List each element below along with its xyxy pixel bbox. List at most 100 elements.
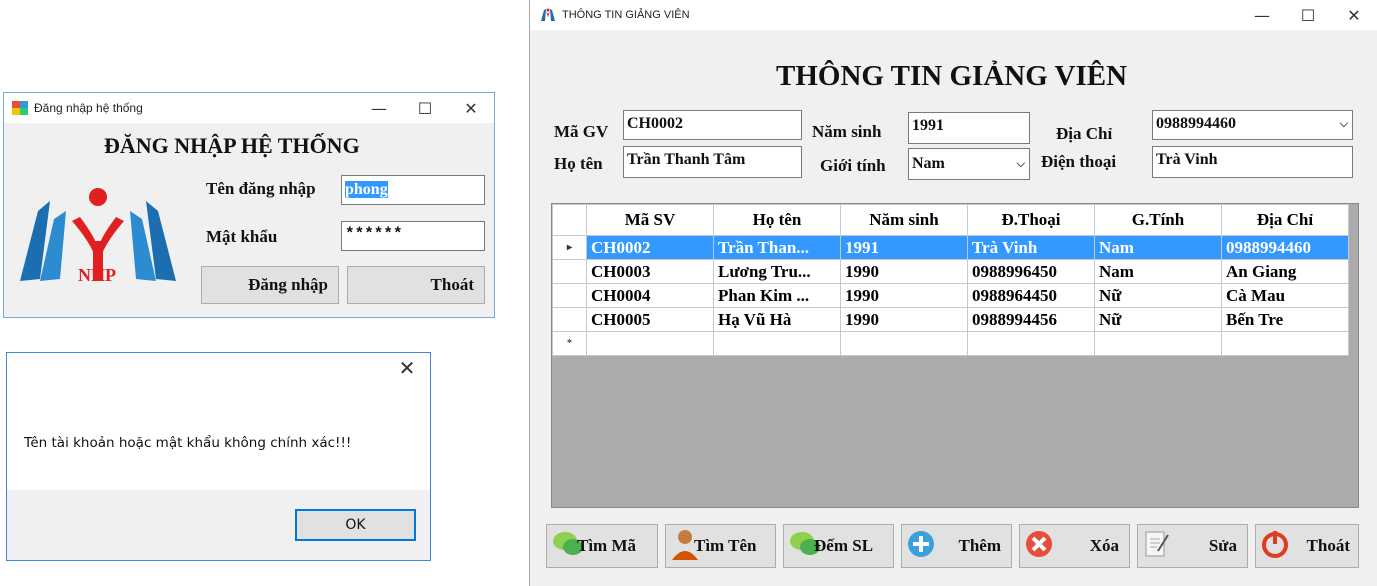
grid-header-row: Mã SV Họ tên Năm sinh Đ.Thoại G.Tính Địa…: [552, 204, 1349, 236]
table-cell[interactable]: CH0002: [586, 235, 714, 260]
username-input[interactable]: phong: [341, 175, 485, 205]
nhp-logo: NHP: [10, 181, 186, 293]
thoat-button[interactable]: Thoát: [1255, 524, 1359, 568]
main-titlebar: THÔNG TIN GIẢNG VIÊN — ☐ ✕: [530, 0, 1377, 30]
table-cell[interactable]: An Giang: [1221, 259, 1349, 284]
table-cell[interactable]: Cà Mau: [1221, 283, 1349, 308]
add-icon: [906, 529, 936, 564]
column-header[interactable]: Năm sinh: [840, 204, 968, 236]
dia-chi-combo[interactable]: 0988994460 ⌵: [1152, 110, 1353, 140]
table-cell[interactable]: [713, 331, 841, 356]
chevron-down-icon[interactable]: ⌵: [1340, 111, 1348, 137]
ok-button[interactable]: OK: [295, 509, 416, 541]
password-input[interactable]: ******: [341, 221, 485, 251]
table-cell[interactable]: Bến Tre: [1221, 307, 1349, 332]
table-cell[interactable]: Nam: [1094, 235, 1222, 260]
nam-sinh-input[interactable]: 1991: [908, 112, 1030, 144]
login-button[interactable]: Đăng nhập: [201, 266, 339, 304]
tim-ma-label: Tìm Mã: [577, 536, 637, 555]
table-cell[interactable]: 1990: [840, 259, 968, 284]
close-button[interactable]: ✕: [1331, 0, 1377, 30]
dem-sl-label: Đếm SL: [814, 536, 874, 555]
message-text: Tên tài khoản hoặc mật khẩu không chính …: [24, 435, 352, 451]
table-row[interactable]: CH0003 Lương Tru... 1990 0988996450 Nam …: [552, 259, 1349, 284]
table-cell[interactable]: 1990: [840, 307, 968, 332]
thoat-label: Thoát: [1306, 536, 1350, 555]
username-label: Tên đăng nhập: [206, 179, 316, 198]
table-cell[interactable]: Hạ Vũ Hà: [713, 307, 841, 332]
exit-button-label: Thoát: [430, 275, 474, 294]
gioi-tinh-combo[interactable]: Nam ⌵: [908, 148, 1030, 180]
row-header[interactable]: [552, 307, 587, 332]
sua-label: Sửa: [1208, 536, 1237, 555]
app-icon: [12, 101, 28, 115]
minimize-button[interactable]: —: [1239, 0, 1285, 30]
table-cell[interactable]: [840, 331, 968, 356]
column-header[interactable]: Địa Chỉ: [1221, 204, 1349, 236]
table-cell[interactable]: 1991: [840, 235, 968, 260]
row-header[interactable]: [552, 283, 587, 308]
exit-button[interactable]: Thoát: [347, 266, 485, 304]
login-window: Đăng nhập hệ thống — ☐ ✕ ĐĂNG NHẬP HỆ TH…: [3, 92, 495, 318]
username-value: phong: [345, 181, 388, 198]
students-grid[interactable]: Mã SV Họ tên Năm sinh Đ.Thoại G.Tính Địa…: [551, 203, 1359, 508]
main-heading: THÔNG TIN GIẢNG VIÊN: [776, 60, 1128, 92]
login-button-label: Đăng nhập: [248, 275, 328, 294]
column-header[interactable]: Đ.Thoại: [967, 204, 1095, 236]
xoa-button[interactable]: Xóa: [1019, 524, 1130, 568]
dem-sl-button[interactable]: Đếm SL: [783, 524, 894, 568]
table-cell[interactable]: Lương Tru...: [713, 259, 841, 284]
gioi-tinh-value: Nam: [912, 155, 945, 172]
table-cell[interactable]: [1221, 331, 1349, 356]
column-header[interactable]: G.Tính: [1094, 204, 1222, 236]
table-cell[interactable]: CH0003: [586, 259, 714, 284]
ma-gv-input[interactable]: CH0002: [623, 110, 802, 140]
table-cell[interactable]: 0988994460: [1221, 235, 1349, 260]
table-cell[interactable]: Trà Vinh: [967, 235, 1095, 260]
table-cell[interactable]: 1990: [840, 283, 968, 308]
column-header[interactable]: Họ tên: [713, 204, 841, 236]
gioi-tinh-label: Giới tính: [820, 156, 886, 175]
table-cell[interactable]: 0988996450: [967, 259, 1095, 284]
table-cell[interactable]: Phan Kim ...: [713, 283, 841, 308]
column-header[interactable]: Mã SV: [586, 204, 714, 236]
new-row[interactable]: *: [552, 331, 1349, 356]
dien-thoai-input[interactable]: Trà Vinh: [1152, 146, 1353, 178]
ho-ten-label: Họ tên: [554, 154, 603, 173]
minimize-button[interactable]: —: [356, 93, 402, 123]
login-heading: ĐĂNG NHẬP HỆ THỐNG: [104, 133, 360, 158]
message-close-button[interactable]: ✕: [384, 353, 430, 383]
table-cell[interactable]: 0988964450: [967, 283, 1095, 308]
edit-icon: [1144, 529, 1170, 564]
table-row[interactable]: CH0004 Phan Kim ... 1990 0988964450 Nữ C…: [552, 283, 1349, 308]
sua-button[interactable]: Sửa: [1137, 524, 1248, 568]
table-cell[interactable]: [967, 331, 1095, 356]
tim-ma-button[interactable]: Tìm Mã: [546, 524, 658, 568]
chevron-down-icon[interactable]: ⌵: [1017, 149, 1025, 179]
close-button[interactable]: ✕: [448, 93, 494, 123]
maximize-button[interactable]: ☐: [1285, 0, 1331, 30]
table-cell[interactable]: 0988994456: [967, 307, 1095, 332]
table-cell[interactable]: CH0004: [586, 283, 714, 308]
grid-table: Mã SV Họ tên Năm sinh Đ.Thoại G.Tính Địa…: [552, 204, 1349, 356]
them-button[interactable]: Thêm: [901, 524, 1012, 568]
new-row-marker[interactable]: *: [552, 331, 587, 356]
table-row[interactable]: CH0005 Hạ Vũ Hà 1990 0988994456 Nữ Bến T…: [552, 307, 1349, 332]
table-cell[interactable]: Nữ: [1094, 307, 1222, 332]
delete-icon: [1024, 529, 1054, 564]
row-header[interactable]: [552, 259, 587, 284]
table-cell[interactable]: [586, 331, 714, 356]
ho-ten-input[interactable]: Trần Thanh Tâm: [623, 146, 802, 178]
table-cell[interactable]: CH0005: [586, 307, 714, 332]
current-row-marker[interactable]: ▸: [552, 235, 587, 260]
dia-chi-value: 0988994460: [1156, 115, 1236, 132]
tim-ten-button[interactable]: Tìm Tên: [665, 524, 776, 568]
table-row[interactable]: ▸ CH0002 Trần Than... 1991 Trà Vinh Nam …: [552, 235, 1349, 260]
table-cell[interactable]: Nữ: [1094, 283, 1222, 308]
maximize-button[interactable]: ☐: [402, 93, 448, 123]
table-cell[interactable]: Nam: [1094, 259, 1222, 284]
table-cell[interactable]: [1094, 331, 1222, 356]
table-cell[interactable]: Trần Than...: [713, 235, 841, 260]
ma-gv-label: Mã GV: [554, 122, 609, 141]
dien-thoai-label: Điện thoại: [1041, 152, 1117, 171]
